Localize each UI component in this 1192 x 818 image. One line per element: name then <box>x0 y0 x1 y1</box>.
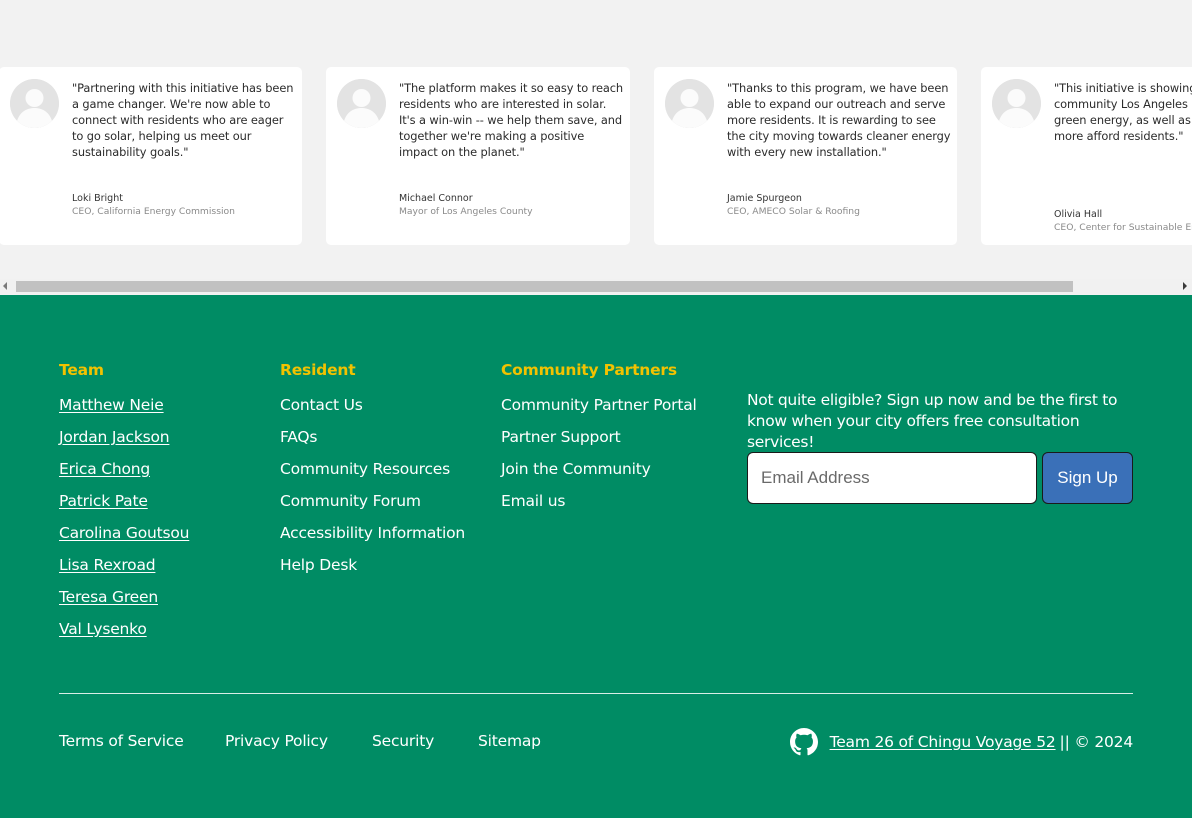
partner-support-link[interactable]: Partner Support <box>501 428 621 446</box>
footer-divider <box>59 693 1133 694</box>
testimonials-section[interactable]: "Partnering with this initiative has bee… <box>0 0 1192 296</box>
testimonial-card: "This initiative is showing impact on ou… <box>981 67 1192 245</box>
footer-credit: Team 26 of Chingu Voyage 52 || © 2024 <box>789 728 1134 756</box>
testimonial-role: Mayor of Los Angeles County <box>399 206 533 217</box>
partners-heading: Community Partners <box>501 361 677 379</box>
horizontal-scrollbar[interactable] <box>0 279 1192 294</box>
contact-us-link[interactable]: Contact Us <box>280 396 363 414</box>
team-heading: Team <box>59 361 104 379</box>
testimonial-name: Jamie Spurgeon <box>727 193 802 204</box>
email-us-link[interactable]: Email us <box>501 492 565 510</box>
testimonial-role: CEO, AMECO Solar & Roofing <box>727 206 860 217</box>
testimonial-card: "The platform makes it so easy to reach … <box>326 67 630 245</box>
email-input[interactable]: Email Address <box>747 452 1037 504</box>
resident-heading: Resident <box>280 361 356 379</box>
testimonial-author: Loki Bright CEO, California Energy Commi… <box>72 192 312 218</box>
community-resources-link[interactable]: Community Resources <box>280 460 450 478</box>
testimonial-name: Michael Connor <box>399 193 473 204</box>
testimonial-card: "Thanks to this program, we have been ab… <box>654 67 957 245</box>
team-link[interactable]: Val Lysenko <box>59 620 147 638</box>
faqs-link[interactable]: FAQs <box>280 428 318 446</box>
accessibility-information-link[interactable]: Accessibility Information <box>280 524 465 542</box>
help-desk-link[interactable]: Help Desk <box>280 556 357 574</box>
signup-form: Email Address Sign Up <box>747 452 1133 504</box>
scroll-right-icon[interactable] <box>1183 282 1187 290</box>
team-link[interactable]: Lisa Rexroad <box>59 556 156 574</box>
team-link[interactable]: Carolina Goutsou <box>59 524 189 542</box>
testimonial-author: Jamie Spurgeon CEO, AMECO Solar & Roofin… <box>727 192 967 218</box>
testimonial-quote: "Thanks to this program, we have been ab… <box>727 81 951 159</box>
team-credit-link[interactable]: Team 26 of Chingu Voyage 52 <box>830 733 1056 751</box>
terms-of-service-link[interactable]: Terms of Service <box>59 731 184 751</box>
github-icon[interactable] <box>789 728 818 756</box>
team-link[interactable]: Patrick Pate <box>59 492 148 510</box>
privacy-policy-link[interactable]: Privacy Policy <box>225 731 328 751</box>
testimonial-role: CEO, Center for Sustainable Ene <box>1054 222 1192 233</box>
team-link[interactable]: Matthew Neie <box>59 396 164 414</box>
site-footer: Team Matthew Neie Jordan Jackson Erica C… <box>0 295 1192 818</box>
avatar-placeholder-icon <box>10 79 59 128</box>
footer-team-column: Team Matthew Neie Jordan Jackson Erica C… <box>59 360 189 651</box>
signup-description: Not quite eligible? Sign up now and be t… <box>747 391 1118 451</box>
scrollbar-thumb[interactable] <box>16 281 1073 292</box>
testimonial-author: Michael Connor Mayor of Los Angeles Coun… <box>399 192 639 218</box>
footer-resident-column: Resident Contact Us FAQs Community Resou… <box>280 360 465 587</box>
copyright-text: || © 2024 <box>1059 733 1134 751</box>
avatar-placeholder-icon <box>337 79 386 128</box>
scroll-left-icon[interactable] <box>3 282 7 290</box>
security-link[interactable]: Security <box>372 731 434 751</box>
partner-portal-link[interactable]: Community Partner Portal <box>501 396 697 414</box>
team-link[interactable]: Jordan Jackson <box>59 428 170 446</box>
footer-partners-column: Community Partners Community Partner Por… <box>501 360 697 523</box>
testimonial-role: CEO, California Energy Commission <box>72 206 235 217</box>
testimonial-name: Olivia Hall <box>1054 209 1103 220</box>
testimonial-name: Loki Bright <box>72 193 123 204</box>
testimonials-track: "Partnering with this initiative has bee… <box>0 67 1192 247</box>
testimonial-author: Olivia Hall CEO, Center for Sustainable … <box>1054 208 1192 234</box>
testimonial-quote: "Partnering with this initiative has bee… <box>72 81 294 159</box>
community-forum-link[interactable]: Community Forum <box>280 492 421 510</box>
testimonial-quote: "The platform makes it so easy to reach … <box>399 81 624 159</box>
avatar-placeholder-icon <box>992 79 1041 128</box>
testimonial-quote: "This initiative is showing impact on ou… <box>1054 81 1192 143</box>
join-community-link[interactable]: Join the Community <box>501 460 651 478</box>
avatar-placeholder-icon <box>665 79 714 128</box>
sign-up-button[interactable]: Sign Up <box>1042 452 1133 504</box>
sitemap-link[interactable]: Sitemap <box>478 731 541 751</box>
newsletter-signup: Not quite eligible? Sign up now and be t… <box>747 390 1147 504</box>
testimonial-card: "Partnering with this initiative has bee… <box>0 67 302 245</box>
team-link[interactable]: Teresa Green <box>59 588 158 606</box>
team-link[interactable]: Erica Chong <box>59 460 150 478</box>
